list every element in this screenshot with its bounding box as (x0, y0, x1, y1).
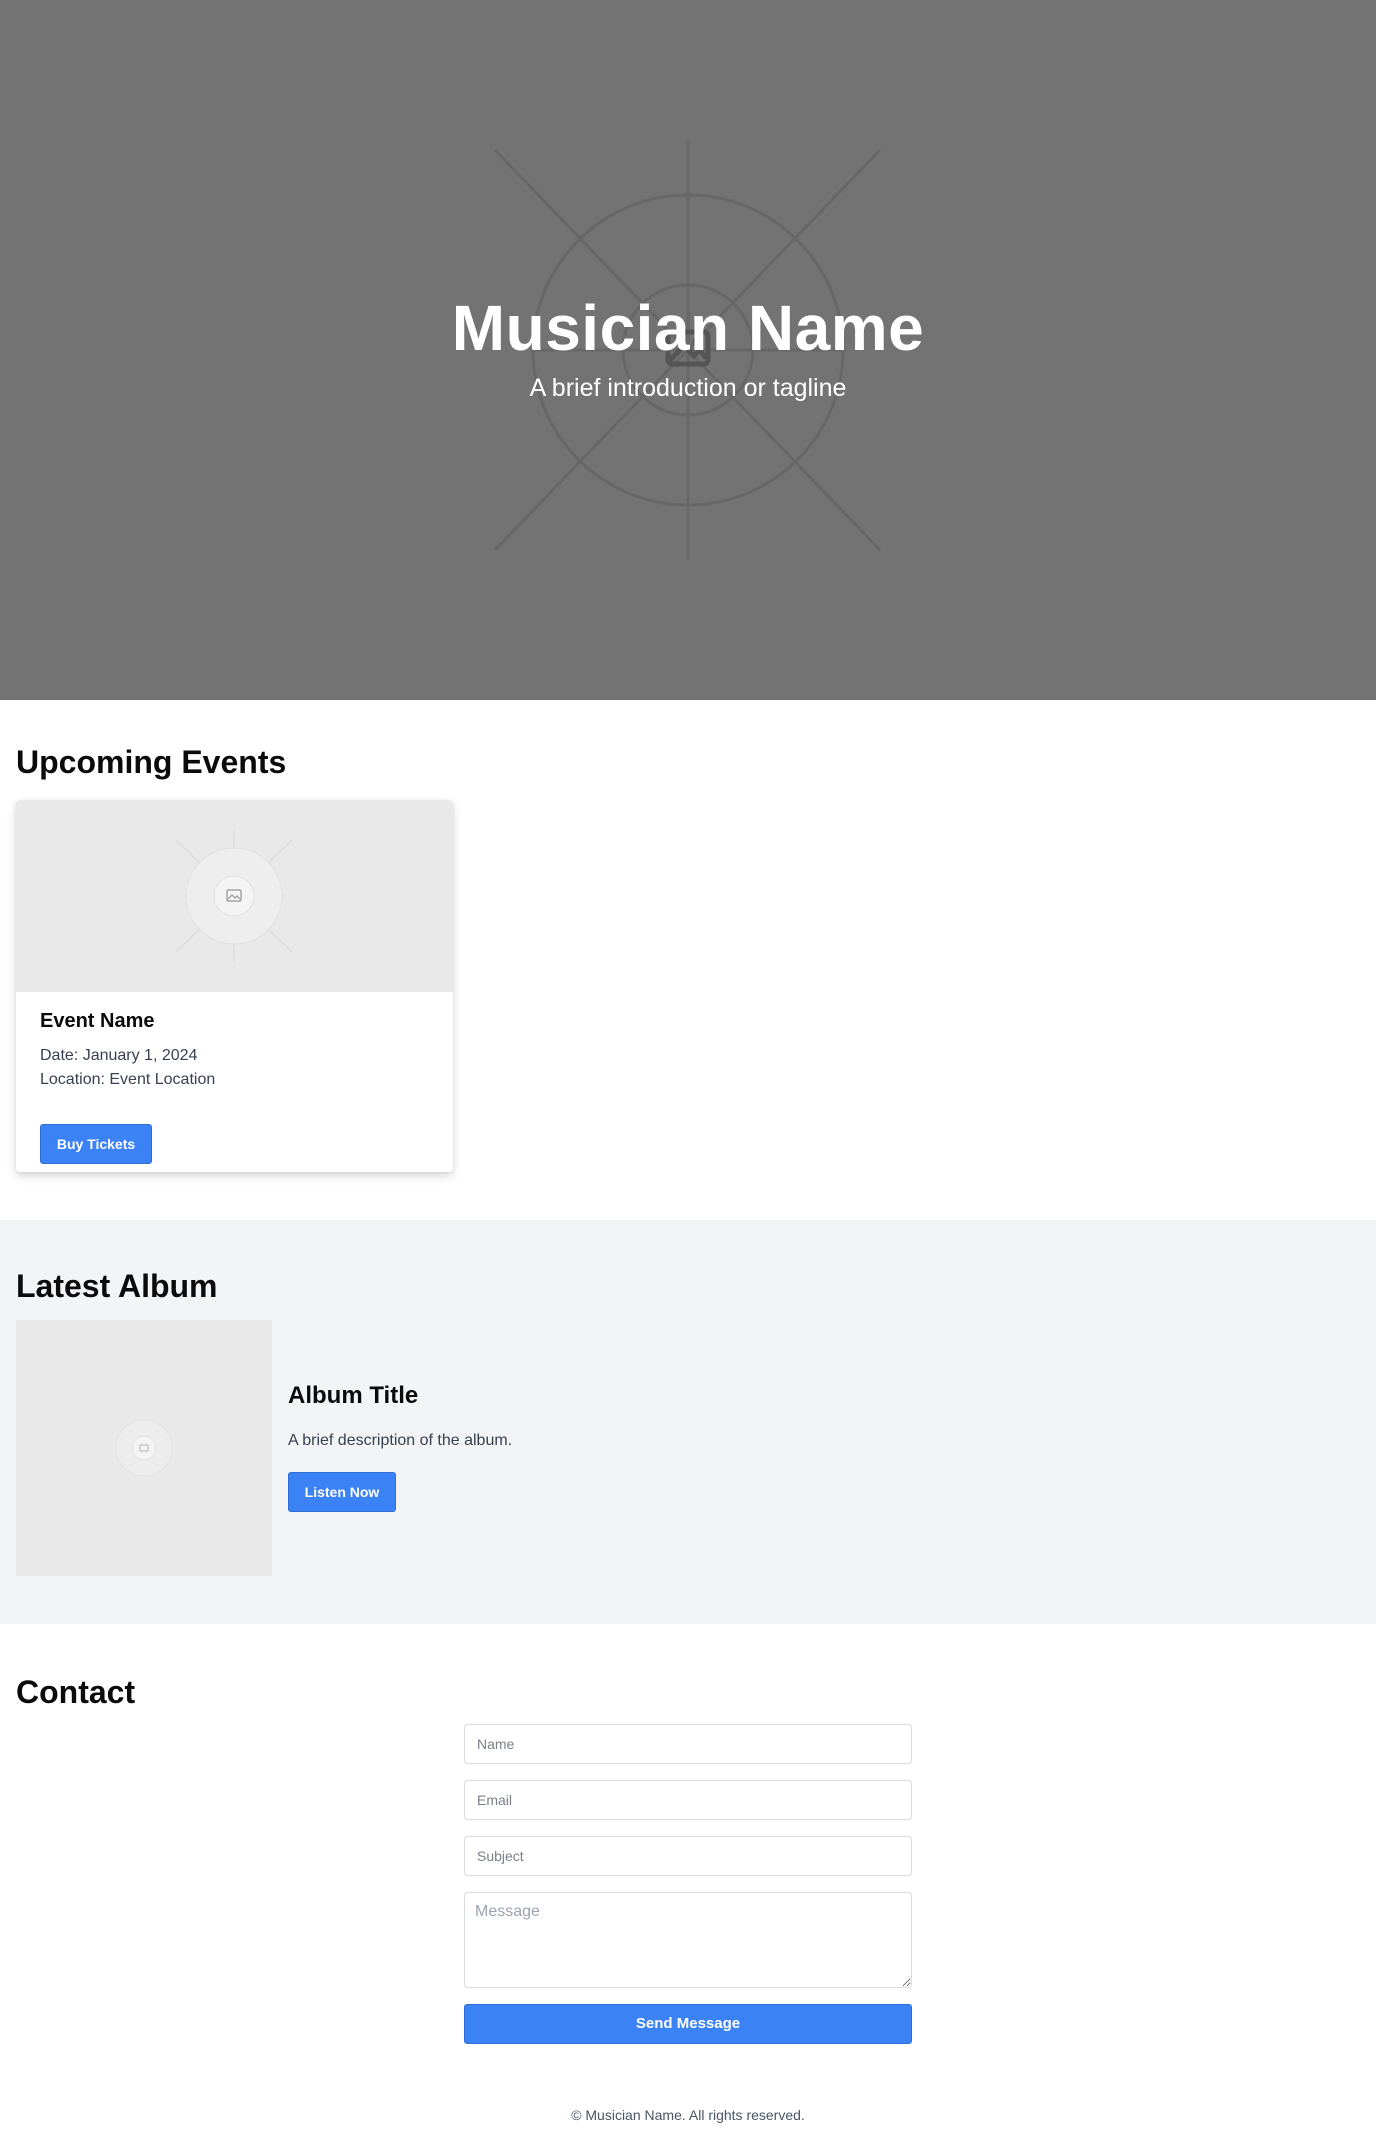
events-heading: Upcoming Events (16, 744, 287, 780)
listen-now-button[interactable]: Listen Now (288, 1472, 396, 1512)
hero-title: Musician Name (451, 292, 925, 364)
email-input[interactable] (464, 1780, 912, 1820)
send-message-button[interactable]: Send Message (464, 2004, 912, 2044)
hero-section: Musician Name A brief introduction or ta… (0, 0, 1376, 700)
event-name: Event Name (40, 1010, 155, 1032)
message-textarea[interactable] (464, 1892, 912, 1988)
event-image-placeholder (16, 800, 453, 992)
latest-album-section: Latest Album Album Title A brief descrip… (0, 1220, 1376, 1624)
event-date: Date: January 1, 2024 (40, 1047, 198, 1064)
name-input[interactable] (464, 1724, 912, 1764)
buy-tickets-button[interactable]: Buy Tickets (40, 1124, 152, 1164)
contact-heading: Contact (16, 1674, 136, 1710)
upcoming-events-section: Upcoming Events Event Name Date: January… (0, 700, 1376, 1220)
contact-section: Contact Send Message (0, 1624, 1376, 2144)
footer-copyright: © Musician Name. All rights reserved. (571, 2107, 805, 2123)
hero-tagline: A brief introduction or tagline (529, 374, 847, 402)
event-card: Event Name Date: January 1, 2024 Locatio… (16, 800, 453, 1172)
footer: © Musician Name. All rights reserved. (0, 2107, 1376, 2123)
subject-input[interactable] (464, 1836, 912, 1876)
album-description: A brief description of the album. (288, 1432, 513, 1449)
album-heading: Latest Album (16, 1268, 218, 1304)
album-title: Album Title (288, 1382, 419, 1409)
album-cover-placeholder (16, 1320, 272, 1576)
event-location: Location: Event Location (40, 1071, 216, 1088)
